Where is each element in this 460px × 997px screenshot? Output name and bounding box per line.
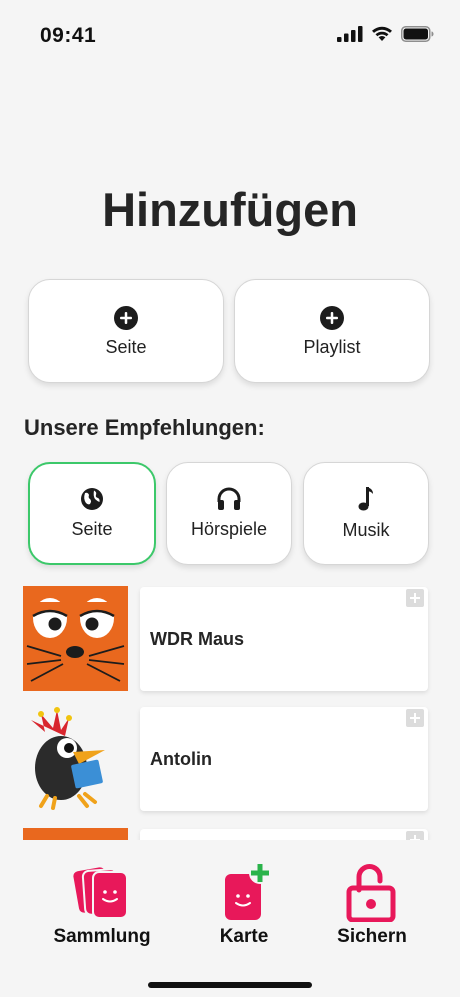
- music-note-icon: [358, 487, 373, 511]
- list-item[interactable]: WDR Maus: [0, 586, 460, 692]
- page-title: Hinzufügen: [102, 183, 358, 236]
- add-item-icon[interactable]: [406, 709, 424, 727]
- recommendation-list: WDR Maus Antolin: [0, 586, 460, 840]
- category-musik-button[interactable]: Musik: [303, 462, 429, 565]
- tab-sichern-label: Sichern: [337, 926, 407, 947]
- item-card[interactable]: [140, 829, 428, 840]
- tab-sammlung[interactable]: Sammlung: [52, 860, 152, 948]
- status-bar: 09:41: [0, 0, 460, 72]
- add-item-icon[interactable]: [406, 831, 424, 840]
- list-item[interactable]: [0, 828, 460, 840]
- category-seite-label: Seite: [71, 519, 113, 539]
- cards-stack-icon: [71, 865, 128, 919]
- orange-thumbnail: [23, 828, 128, 840]
- maus-thumbnail: [23, 586, 128, 691]
- plus-circle-icon: [114, 305, 138, 330]
- globe-icon: [81, 488, 103, 510]
- add-page-label: Seite: [105, 336, 147, 357]
- tab-sichern[interactable]: Sichern: [322, 860, 422, 948]
- raven-thumbnail: [23, 706, 128, 811]
- category-hoerspiele-label: Hörspiele: [190, 519, 268, 539]
- category-seite-button[interactable]: Seite: [28, 462, 156, 565]
- wifi-icon: [372, 26, 392, 41]
- status-icons: [337, 26, 434, 42]
- headphones-icon: [217, 487, 241, 510]
- plus-circle-icon: [320, 305, 344, 330]
- tab-sammlung-label: Sammlung: [53, 926, 151, 947]
- add-playlist-button[interactable]: Playlist: [234, 279, 430, 383]
- category-hoerspiele-button[interactable]: Hörspiele: [166, 462, 292, 565]
- battery-icon: [401, 26, 434, 42]
- recommendations-title: Unsere Empfehlungen:: [24, 415, 265, 440]
- add-item-icon[interactable]: [406, 589, 424, 607]
- item-card[interactable]: WDR Maus: [140, 587, 428, 691]
- add-card-icon: [225, 862, 271, 920]
- status-time: 09:41: [40, 24, 97, 47]
- tab-karte[interactable]: Karte: [196, 860, 292, 948]
- list-item[interactable]: Antolin: [0, 706, 460, 812]
- home-indicator[interactable]: [148, 982, 312, 988]
- open-lock-icon: [346, 864, 396, 922]
- cellular-signal-icon: [337, 26, 363, 42]
- tab-bar: Sammlung Karte Sichern: [0, 840, 460, 997]
- tab-karte-label: Karte: [219, 926, 269, 947]
- add-playlist-label: Playlist: [303, 336, 361, 357]
- add-page-button[interactable]: Seite: [28, 279, 224, 383]
- category-musik-label: Musik: [342, 520, 390, 540]
- item-name: Antolin: [150, 749, 212, 769]
- item-name: WDR Maus: [150, 629, 244, 649]
- item-card[interactable]: Antolin: [140, 707, 428, 811]
